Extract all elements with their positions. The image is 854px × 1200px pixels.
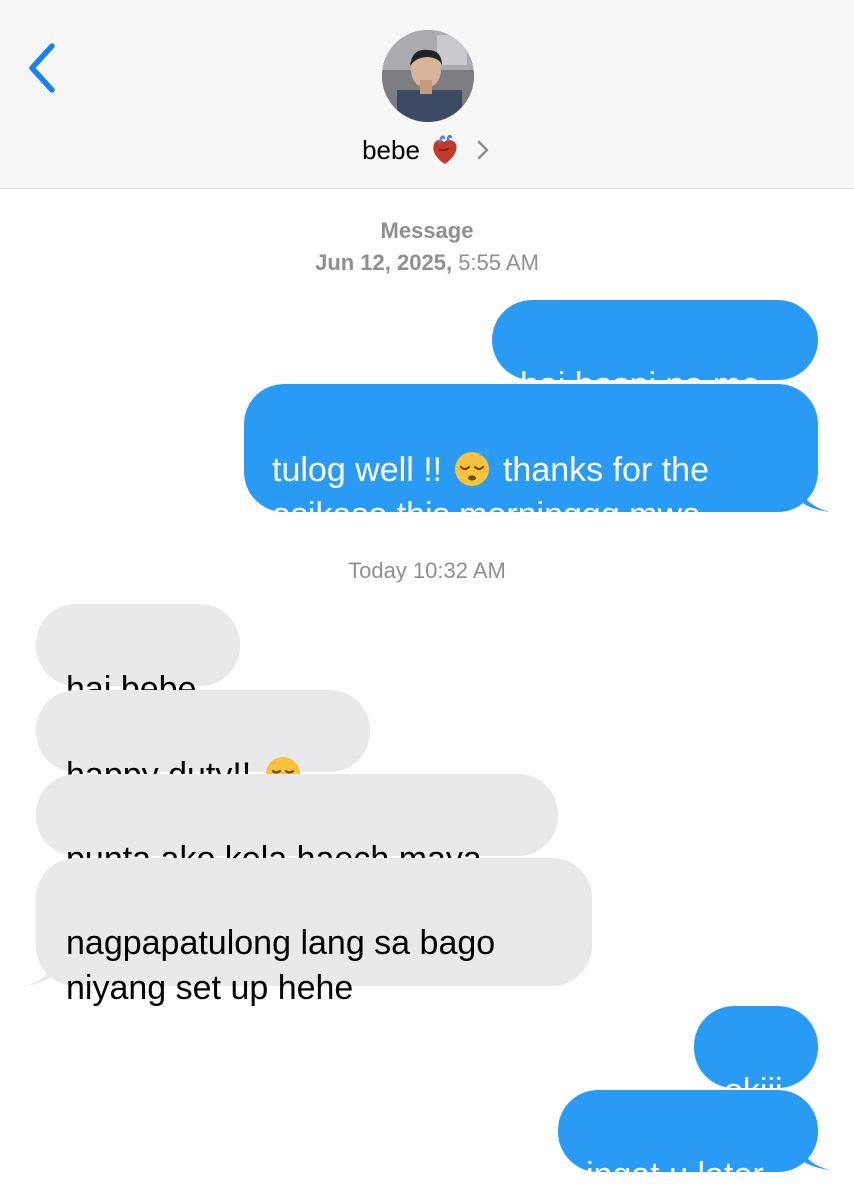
incoming-message[interactable]: nagpapatulong lang sa bago niyang set up… [36, 858, 592, 1007]
timestamp-date: Jun 12, 2025, [315, 250, 453, 275]
timestamp: Jun 12, 2025, 5:55 AM [0, 250, 854, 276]
message-text: tulog well !! [272, 451, 452, 489]
bubble-tail [800, 488, 830, 512]
incoming-message[interactable]: happy duty!! [36, 690, 370, 794]
outgoing-message[interactable]: hai hospi na me [492, 300, 818, 404]
incoming-message[interactable]: hai bebe [36, 604, 240, 708]
message-text: nagpapatulong lang sa bago niyang set up… [66, 924, 496, 1007]
chevron-left-icon [29, 43, 55, 93]
sleeping-face-icon: z z [454, 446, 489, 486]
avatar[interactable] [382, 30, 474, 122]
chevron-right-icon [477, 140, 489, 160]
service-label: Message [380, 218, 474, 243]
bubble-tail [800, 1146, 830, 1170]
message-text: ingat u later [586, 1156, 764, 1194]
outgoing-message[interactable]: ingat u later [558, 1090, 818, 1194]
outgoing-message[interactable]: okiii [694, 1006, 818, 1110]
timestamp-time: 5:55 AM [458, 250, 539, 275]
outgoing-message[interactable]: tulog well !! z z thanks for the asikaso… [244, 384, 818, 534]
incoming-message[interactable]: punta ako kela haech maya [36, 774, 558, 878]
contact-details-link[interactable]: bebe [0, 130, 854, 170]
contact-name: bebe [362, 134, 420, 165]
back-button[interactable] [22, 40, 66, 96]
anatomical-heart-icon [433, 134, 457, 164]
timestamp: Today 10:32 AM [348, 558, 506, 583]
svg-text:z: z [479, 449, 483, 458]
conversation-header: bebe [0, 0, 854, 189]
bubble-tail [24, 962, 54, 986]
svg-text:z: z [484, 447, 489, 457]
